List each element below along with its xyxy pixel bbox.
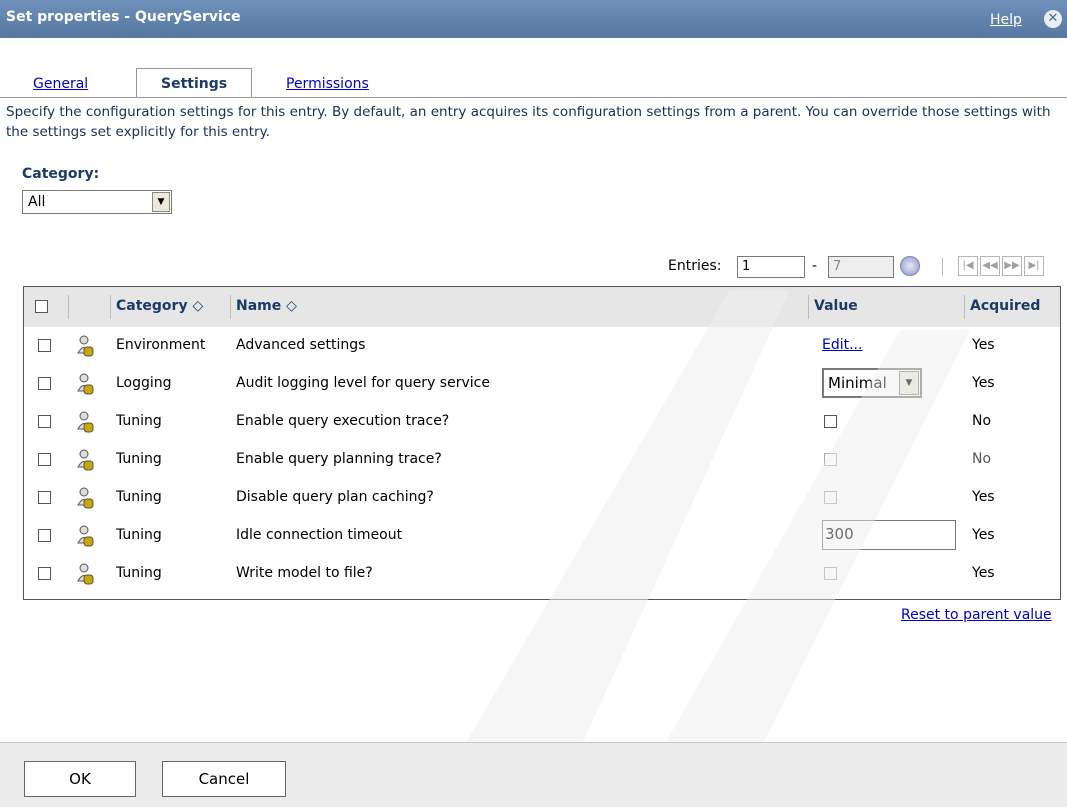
category-label: Category:: [22, 166, 100, 182]
value-checkbox: [824, 567, 837, 580]
title-bar: Set properties - QueryService Help ✕: [0, 0, 1067, 38]
table-row: Tuning Enable query planning trace? No: [24, 441, 1060, 479]
last-page-icon[interactable]: ▶|: [1024, 256, 1044, 276]
table-row: Tuning Write model to file? Yes: [24, 555, 1060, 593]
row-checkbox[interactable]: [38, 529, 51, 542]
previous-page-icon[interactable]: ◀◀: [980, 256, 1000, 276]
row-acquired: Yes: [972, 527, 995, 543]
go-icon[interactable]: [900, 256, 920, 276]
row-acquired: Yes: [972, 565, 995, 581]
value-checkbox: [824, 453, 837, 466]
settings-entry-icon: [77, 373, 94, 395]
header-category[interactable]: Category ◇: [116, 298, 203, 314]
tab-divider: [0, 97, 1067, 98]
row-category: Tuning: [116, 451, 162, 467]
first-page-icon[interactable]: |◀: [958, 256, 978, 276]
chevron-down-icon[interactable]: ▼: [152, 192, 170, 212]
row-category: Environment: [116, 337, 206, 353]
settings-entry-icon: [77, 449, 94, 471]
row-category: Logging: [116, 375, 172, 391]
header-value: Value: [814, 298, 858, 314]
value-checkbox[interactable]: [824, 415, 837, 428]
settings-entry-icon: [77, 335, 94, 357]
row-name: Enable query execution trace?: [236, 413, 450, 429]
row-category: Tuning: [116, 489, 162, 505]
header-divider: [808, 295, 809, 319]
category-select-value: All: [28, 194, 46, 210]
row-category: Tuning: [116, 413, 162, 429]
next-page-icon[interactable]: ▶▶: [1002, 256, 1022, 276]
row-checkbox[interactable]: [38, 377, 51, 390]
row-acquired: Yes: [972, 337, 995, 353]
table-row: Environment Advanced settings Edit... Ye…: [24, 327, 1060, 365]
row-checkbox[interactable]: [38, 567, 51, 580]
row-category: Tuning: [116, 565, 162, 581]
settings-entry-icon: [77, 563, 94, 585]
row-name: Advanced settings: [236, 337, 366, 353]
header-name[interactable]: Name ◇: [236, 298, 297, 314]
header-divider: [110, 295, 111, 319]
row-acquired: No: [972, 451, 992, 467]
reset-to-parent-link[interactable]: Reset to parent value: [901, 607, 1052, 623]
close-icon[interactable]: ✕: [1044, 10, 1062, 28]
tab-bar: General Settings Permissions: [0, 68, 1067, 98]
value-checkbox: [824, 491, 837, 504]
row-name: Disable query plan caching?: [236, 489, 434, 505]
row-checkbox[interactable]: [38, 491, 51, 504]
dialog-footer: OK Cancel: [0, 742, 1067, 807]
table-row: Tuning Idle connection timeout 300 Yes: [24, 517, 1060, 555]
entries-label: Entries:: [668, 258, 722, 274]
row-category: Tuning: [116, 527, 162, 543]
table-row: Tuning Disable query plan caching? Yes: [24, 479, 1060, 517]
row-name: Write model to file?: [236, 565, 373, 581]
row-checkbox[interactable]: [38, 453, 51, 466]
row-name: Audit logging level for query service: [236, 375, 490, 391]
header-divider: [68, 295, 69, 319]
entries-from-input[interactable]: 1: [737, 256, 805, 278]
chevron-down-icon[interactable]: ▼: [899, 371, 919, 395]
logging-level-value: Minimal: [828, 374, 887, 392]
header-divider: [964, 295, 965, 319]
category-select[interactable]: All ▼: [22, 190, 172, 214]
window-title: Set properties - QueryService: [6, 9, 241, 25]
settings-entry-icon: [77, 487, 94, 509]
table-row: Logging Audit logging level for query se…: [24, 365, 1060, 403]
tab-general[interactable]: General: [33, 76, 88, 92]
row-checkbox[interactable]: [38, 339, 51, 352]
row-acquired: Yes: [972, 489, 995, 505]
header-acquired: Acquired: [970, 298, 1041, 314]
row-acquired: Yes: [972, 375, 995, 391]
entries-to-input: 7: [828, 256, 894, 278]
table-header: Category ◇ Name ◇ Value Acquired: [24, 287, 1060, 327]
row-name: Idle connection timeout: [236, 527, 403, 543]
idle-timeout-input[interactable]: 300: [822, 520, 956, 550]
row-checkbox[interactable]: [38, 415, 51, 428]
select-all-checkbox[interactable]: [35, 300, 48, 313]
entries-dash: -: [812, 258, 818, 274]
tab-permissions[interactable]: Permissions: [286, 76, 369, 92]
settings-description: Specify the configuration settings for t…: [6, 104, 1051, 140]
ok-button[interactable]: OK: [24, 761, 136, 797]
edit-link[interactable]: Edit...: [822, 337, 862, 353]
settings-entry-icon: [77, 525, 94, 547]
row-acquired: No: [972, 413, 992, 429]
logging-level-select[interactable]: Minimal ▼: [822, 368, 922, 398]
settings-entry-icon: [77, 411, 94, 433]
settings-table: Category ◇ Name ◇ Value Acquired Environ…: [23, 286, 1061, 600]
row-name: Enable query planning trace?: [236, 451, 442, 467]
cancel-button[interactable]: Cancel: [162, 761, 286, 797]
header-divider: [230, 295, 231, 319]
tab-settings[interactable]: Settings: [136, 68, 253, 98]
help-link[interactable]: Help: [990, 12, 1022, 28]
table-row: Tuning Enable query execution trace? No: [24, 403, 1060, 441]
pager-divider: [942, 258, 943, 276]
